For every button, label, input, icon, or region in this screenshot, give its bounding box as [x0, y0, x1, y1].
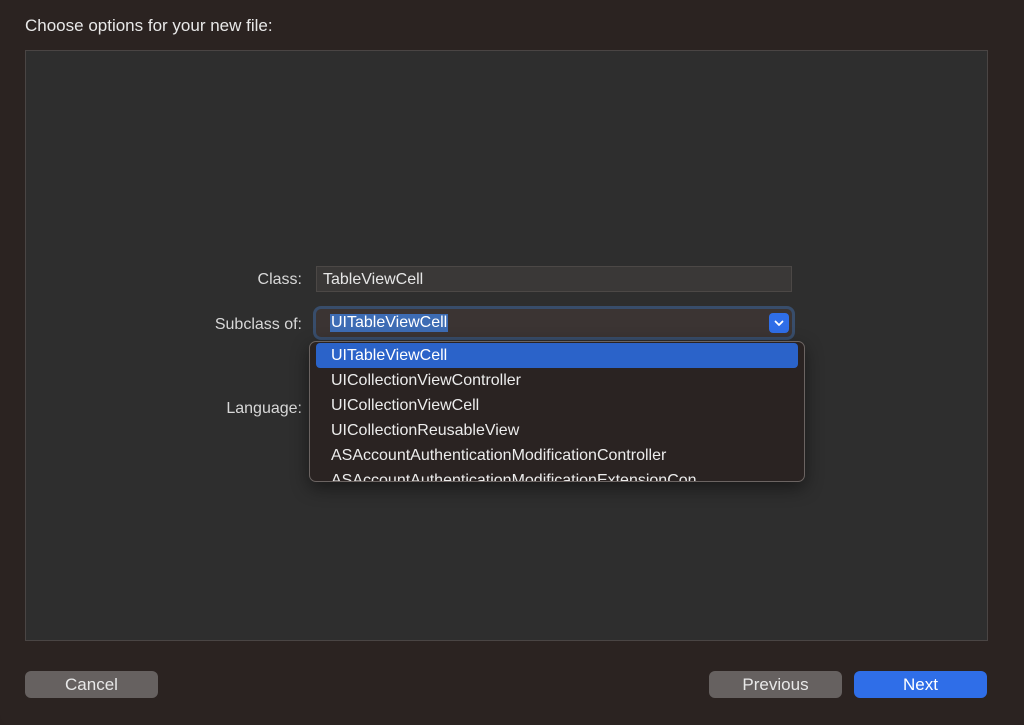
dropdown-item-asaccountauthenticationmodificationcontroller[interactable]: ASAccountAuthenticationModificationContr…: [310, 443, 804, 468]
dropdown-item-uicollectionviewcontroller[interactable]: UICollectionViewController: [310, 368, 804, 393]
sheet-title: Choose options for your new file:: [25, 16, 273, 35]
dropdown-item-uicollectionviewcell[interactable]: UICollectionViewCell: [310, 393, 804, 418]
previous-button[interactable]: Previous: [709, 671, 842, 698]
subclass-input[interactable]: UITableViewCell: [330, 314, 449, 332]
subclass-label: Subclass of:: [214, 316, 302, 333]
dropdown-item-uicollectionreusableview[interactable]: UICollectionReusableView: [310, 418, 804, 443]
class-name-field[interactable]: TableViewCell: [316, 266, 792, 292]
dropdown-item-asaccountauthenticationmodificationextension[interactable]: ASAccountAuthenticationModificationExten…: [310, 468, 804, 481]
dropdown-item-uitableviewcell[interactable]: UITableViewCell: [316, 343, 798, 368]
subclass-combobox[interactable]: UITableViewCell: [316, 309, 792, 337]
language-label: Language:: [226, 400, 302, 417]
new-file-options-sheet: Choose options for your new file: Class:…: [0, 0, 1024, 725]
subclass-suggestions-dropdown: UITableViewCell UICollectionViewControll…: [309, 341, 805, 482]
next-button[interactable]: Next: [854, 671, 987, 698]
cancel-button[interactable]: Cancel: [25, 671, 158, 698]
subclass-dropdown-button[interactable]: [769, 313, 789, 333]
chevron-down-icon: [774, 320, 784, 326]
class-label: Class:: [257, 271, 302, 288]
